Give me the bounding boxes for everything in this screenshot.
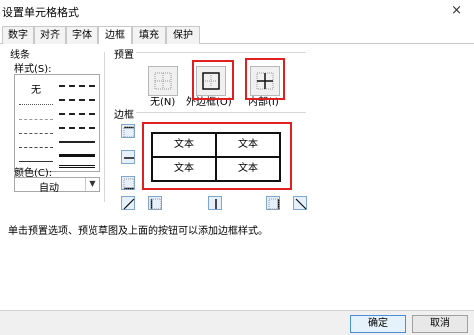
border-right-icon xyxy=(268,198,280,210)
border-divider xyxy=(136,112,306,113)
color-select-value: 自动 xyxy=(39,183,59,194)
border-middle-vertical-button[interactable] xyxy=(208,196,222,210)
tab-protection[interactable]: 保护 xyxy=(166,26,200,44)
preset-none-button[interactable] xyxy=(148,66,178,96)
highlight-outline xyxy=(192,60,234,100)
preview-cell-2: 文本 xyxy=(238,139,258,150)
border-top-button[interactable] xyxy=(121,124,135,138)
title-bar: 设置单元格格式 × xyxy=(0,0,474,24)
tab-number[interactable]: 数字 xyxy=(2,26,34,44)
border-left-button[interactable] xyxy=(148,196,162,210)
preview-cell-3: 文本 xyxy=(174,163,194,174)
tab-fill[interactable]: 填充 xyxy=(132,26,166,44)
color-select[interactable]: 自动 ▼ xyxy=(14,177,100,194)
line-style-medium-dash-dot-dot[interactable] xyxy=(59,85,95,87)
border-top-icon xyxy=(123,126,135,138)
dialog-title: 设置单元格格式 xyxy=(2,6,79,19)
line-style-thin[interactable] xyxy=(19,161,53,162)
line-style-medium[interactable] xyxy=(59,141,95,143)
line-style-hair-dash[interactable] xyxy=(19,119,53,120)
diagonal-up-icon xyxy=(123,198,135,210)
tab-strip: 数字 对齐 字体 边框 填充 保护 xyxy=(0,26,474,45)
presets-title: 预置 xyxy=(114,50,134,61)
preset-none-label: 无(N) xyxy=(150,97,176,108)
line-style-medium-dash-dot[interactable] xyxy=(59,113,95,115)
border-left-icon xyxy=(150,198,162,210)
diagonal-down-icon xyxy=(295,198,307,210)
tab-border[interactable]: 边框 xyxy=(98,26,132,45)
close-icon[interactable]: × xyxy=(451,3,462,18)
preview-cell-1: 文本 xyxy=(174,139,194,150)
chevron-down-icon[interactable]: ▼ xyxy=(85,178,99,191)
line-style-none[interactable]: 无 xyxy=(31,81,41,96)
dialog-footer: 确定 取消 xyxy=(0,310,474,335)
border-diagonal-down-button[interactable] xyxy=(293,196,307,210)
ok-button[interactable]: 确定 xyxy=(350,315,406,333)
cancel-button[interactable]: 取消 xyxy=(412,315,468,333)
highlight-inside xyxy=(245,58,285,100)
border-title: 边框 xyxy=(114,110,134,121)
line-group-title: 线条 xyxy=(10,50,30,61)
line-style-medium-dash[interactable] xyxy=(59,127,95,129)
style-label: 样式(S): xyxy=(14,64,52,75)
line-style-dash-dot[interactable] xyxy=(19,147,53,148)
border-panel: 线条 样式(S): 无 颜色(C): 自动 ▼ 预置 无(N) 外边框(O) 内… xyxy=(0,44,474,310)
border-bottom-button[interactable] xyxy=(121,176,135,190)
presets-divider xyxy=(136,52,306,53)
tab-alignment[interactable]: 对齐 xyxy=(34,26,66,44)
line-group-divider xyxy=(104,52,105,202)
border-right-button[interactable] xyxy=(266,196,280,210)
preview-cell-4: 文本 xyxy=(238,163,258,174)
tab-font[interactable]: 字体 xyxy=(66,26,98,44)
line-style-double[interactable] xyxy=(59,165,95,168)
border-preview[interactable]: 文本 文本 文本 文本 xyxy=(144,124,292,190)
hint-text: 单击预置选项、预览草图及上面的按钮可以添加边框样式。 xyxy=(8,226,268,237)
line-style-slant-dash-dot[interactable] xyxy=(59,99,95,101)
border-vertical-icon xyxy=(215,199,217,209)
line-style-dash-dot-dot[interactable] xyxy=(19,133,53,134)
border-diagonal-up-button[interactable] xyxy=(121,196,135,210)
border-middle-horizontal-button[interactable] xyxy=(121,150,135,164)
border-horizontal-icon xyxy=(124,157,134,159)
line-style-list[interactable]: 无 xyxy=(14,74,100,172)
line-style-thick[interactable] xyxy=(59,154,95,157)
border-bottom-icon xyxy=(123,178,135,190)
line-style-dotted[interactable] xyxy=(19,104,53,105)
preset-none-icon xyxy=(154,72,172,90)
